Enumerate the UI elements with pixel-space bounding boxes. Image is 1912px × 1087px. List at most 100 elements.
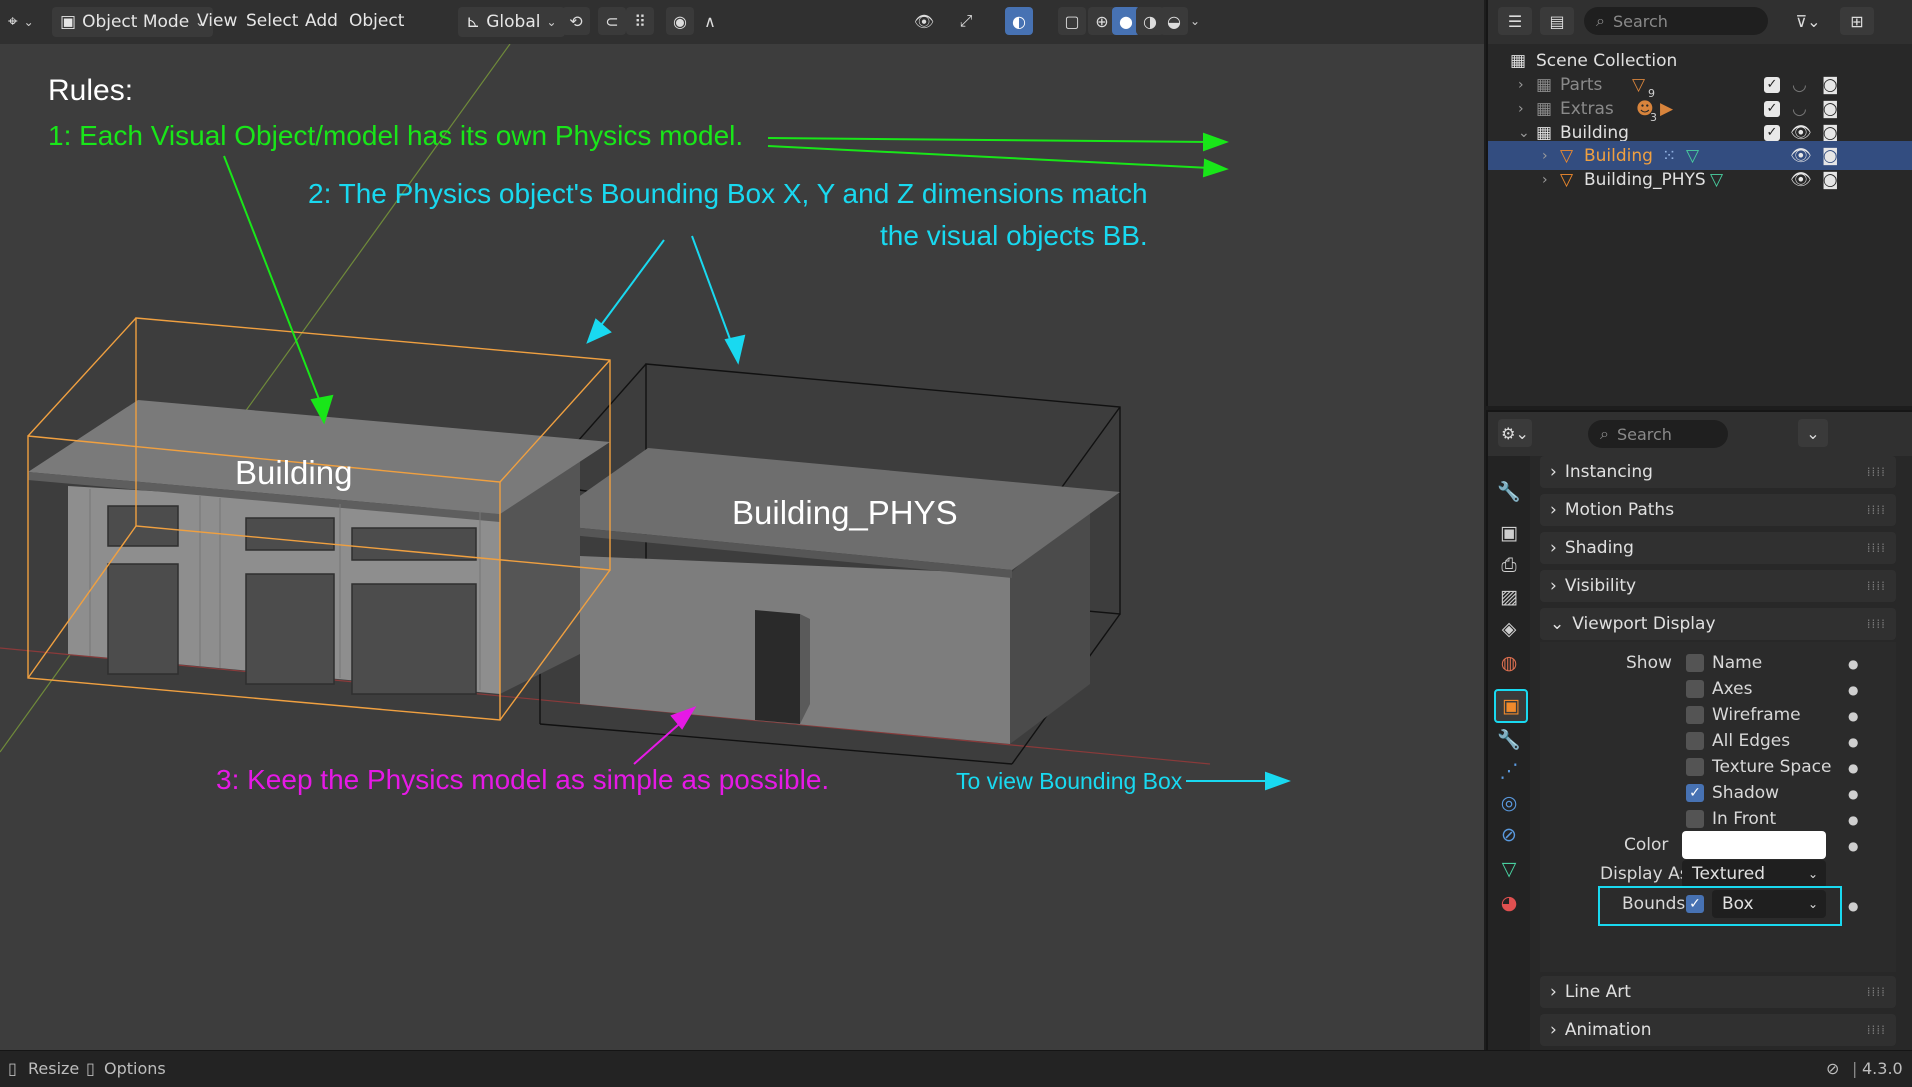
snap-icon[interactable]: ⊂ [598,7,626,35]
display-as-dropdown[interactable]: Textured ⌄ [1682,860,1826,888]
camera-render-icon[interactable]: ◙ [1822,170,1839,190]
chevron-right-icon[interactable]: › [1542,172,1548,188]
show-texture-space-checkbox[interactable] [1686,758,1704,776]
chevron-right-icon[interactable]: › [1518,77,1524,93]
options-hint: Options [104,1059,166,1078]
mesh-object-icon: ▽ [1560,145,1574,166]
panel-viewport-display[interactable]: ⌄ Viewport Display ⁞⁞⁞⁞ [1540,608,1896,640]
outliner-filter-view-icon[interactable]: ▤ [1540,7,1574,35]
panel-instancing[interactable]: › Instancing ⁞⁞⁞⁞ [1540,456,1896,488]
exclude-checkbox[interactable]: ✓ [1764,124,1780,141]
panel-visibility[interactable]: › Visibility ⁞⁞⁞⁞ [1540,570,1896,602]
orientation-axis-icon: ⊾ [466,12,481,32]
drag-handle-icon[interactable]: ⁞⁞⁞⁞ [1867,541,1886,555]
outliner-display-mode-icon[interactable]: ☰ [1498,7,1532,35]
exclude-checkbox[interactable]: ✓ [1764,100,1780,117]
mouse-right-icon: ▯ [86,1059,95,1078]
display-as-label: Display As [1600,864,1689,884]
keyframe-dot-icon[interactable]: ● [1848,839,1858,853]
eye-icon[interactable]: 👁 [1790,170,1812,190]
mode-dropdown[interactable]: ▣ Object Mode ⌄ [52,7,214,37]
bounds-type-dropdown[interactable]: Box ⌄ [1712,890,1826,918]
camera-render-icon[interactable]: ◙ [1822,146,1839,166]
menu-add[interactable]: Add [305,11,338,31]
overlays-icon[interactable]: ◐ [1005,7,1033,35]
exclude-checkbox[interactable]: ✓ [1764,76,1780,93]
panel-motion-paths[interactable]: › Motion Paths ⁞⁞⁞⁞ [1540,494,1896,526]
panel-animation[interactable]: › Animation ⁞⁞⁞⁞ [1540,1014,1896,1046]
proportional-edit-icon[interactable]: ◉ [666,7,694,35]
camera-render-icon[interactable]: ◙ [1822,99,1839,119]
chevron-down-icon: ⌄ [1550,614,1565,634]
chevron-down-icon: ⌄ [1807,867,1818,881]
show-in-front-checkbox[interactable] [1686,810,1704,828]
eye-icon[interactable]: 👁 [1790,146,1812,166]
bounds-tip-text: To view Bounding Box [956,768,1183,794]
falloff-icon[interactable]: ∧ [696,7,724,35]
search-icon: ⌕ [1596,11,1605,30]
new-collection-icon[interactable]: ⊞ [1840,7,1874,35]
shading-dropdown-icon[interactable]: ⌄ [1190,14,1200,28]
hidden-eye-icon[interactable]: ◡ [1792,99,1807,119]
chevron-right-icon: › [1550,1020,1557,1040]
object-mode-icon: ▣ [60,12,77,32]
drag-handle-icon[interactable]: ⁞⁞⁞⁞ [1867,1023,1886,1037]
color-swatch[interactable] [1682,831,1826,859]
panel-line-art[interactable]: › Line Art ⁞⁞⁞⁞ [1540,976,1896,1008]
3d-viewport[interactable]: Building Building_PHYS Rules: 1: Each Vi… [0,44,1484,1050]
outliner-filter-icon[interactable]: ⊽⌄ [1788,7,1828,35]
show-wireframe-checkbox[interactable] [1686,706,1704,724]
menu-object[interactable]: Object [349,11,404,31]
collection-icon: ▦ [1536,74,1553,95]
version-label: 4.3.0 [1862,1059,1903,1078]
outliner-search-input[interactable]: ⌕ Search [1584,7,1768,35]
show-axes-checkbox[interactable] [1686,680,1704,698]
keyframe-dot-icon[interactable]: ● [1848,683,1858,697]
menu-select[interactable]: Select [246,11,298,31]
chevron-down-icon[interactable]: ⌄ [1518,125,1530,141]
drag-handle-icon[interactable]: ⁞⁞⁞⁞ [1867,503,1886,517]
hidden-eye-icon[interactable]: ◡ [1792,75,1807,95]
visibility-eye-icon[interactable]: 👁 [910,7,938,35]
drag-handle-icon[interactable]: ⁞⁞⁞⁞ [1867,465,1886,479]
drag-handle-icon[interactable]: ⁞⁞⁞⁞ [1867,617,1886,631]
keyframe-dot-icon[interactable]: ● [1848,813,1858,827]
keyframe-dot-icon[interactable]: ● [1848,899,1858,913]
xray-icon[interactable]: ▢ [1058,7,1086,35]
menu-view[interactable]: View [197,11,237,31]
show-all-edges-label: All Edges [1712,731,1791,751]
keyframe-dot-icon[interactable]: ● [1848,709,1858,723]
chevron-right-icon[interactable]: › [1542,148,1548,164]
outliner-row-building-phys[interactable]: › ▽ Building_PHYS ▽ 👁 ◙ [1488,165,1912,194]
mesh-count-icon: ▽ [1632,74,1646,95]
chevron-right-icon: › [1550,538,1557,558]
show-wireframe-label: Wireframe [1712,705,1801,725]
camera-render-icon[interactable]: ◙ [1822,75,1839,95]
keyframe-dot-icon[interactable]: ● [1848,761,1858,775]
camera-render-icon[interactable]: ◙ [1822,123,1839,143]
rule2-text-line1: 2: The Physics object's Bounding Box X, … [308,178,1148,209]
chevron-right-icon[interactable]: › [1518,101,1524,117]
keyframe-dot-icon[interactable]: ● [1848,787,1858,801]
gizmo-icon[interactable]: ⤢ [952,7,980,35]
camera-object-icon: ▶ [1660,98,1674,119]
snap-grid-icon[interactable]: ⠿ [626,7,654,35]
keyframe-dot-icon[interactable]: ● [1848,735,1858,749]
mesh-data-icon: ▽ [1710,169,1724,190]
transform-orientation-dropdown[interactable]: ⊾ Global ⌄ [458,7,565,37]
panel-shading[interactable]: › Shading ⁞⁞⁞⁞ [1540,532,1896,564]
mesh-data-icon: ▽ [1686,145,1700,166]
show-name-checkbox[interactable] [1686,654,1704,672]
eye-icon[interactable]: 👁 [1790,123,1812,143]
bounds-checkbox[interactable]: ✓ [1686,895,1704,913]
chevron-right-icon: › [1550,500,1557,520]
keyframe-dot-icon[interactable]: ● [1848,657,1858,671]
show-shadow-checkbox[interactable]: ✓ [1686,784,1704,802]
editor-type-button[interactable]: ⌖ ⌄ [8,7,34,37]
show-all-edges-checkbox[interactable] [1686,732,1704,750]
pivot-point-icon[interactable]: ⟲ [562,7,590,35]
drag-handle-icon[interactable]: ⁞⁞⁞⁞ [1867,985,1886,999]
outliner-header: ☰ ▤ ⌕ Search ⊽⌄ ⊞ [1488,0,1912,44]
drag-handle-icon[interactable]: ⁞⁞⁞⁞ [1867,579,1886,593]
rendered-shading-icon[interactable]: ◒ [1160,7,1188,35]
